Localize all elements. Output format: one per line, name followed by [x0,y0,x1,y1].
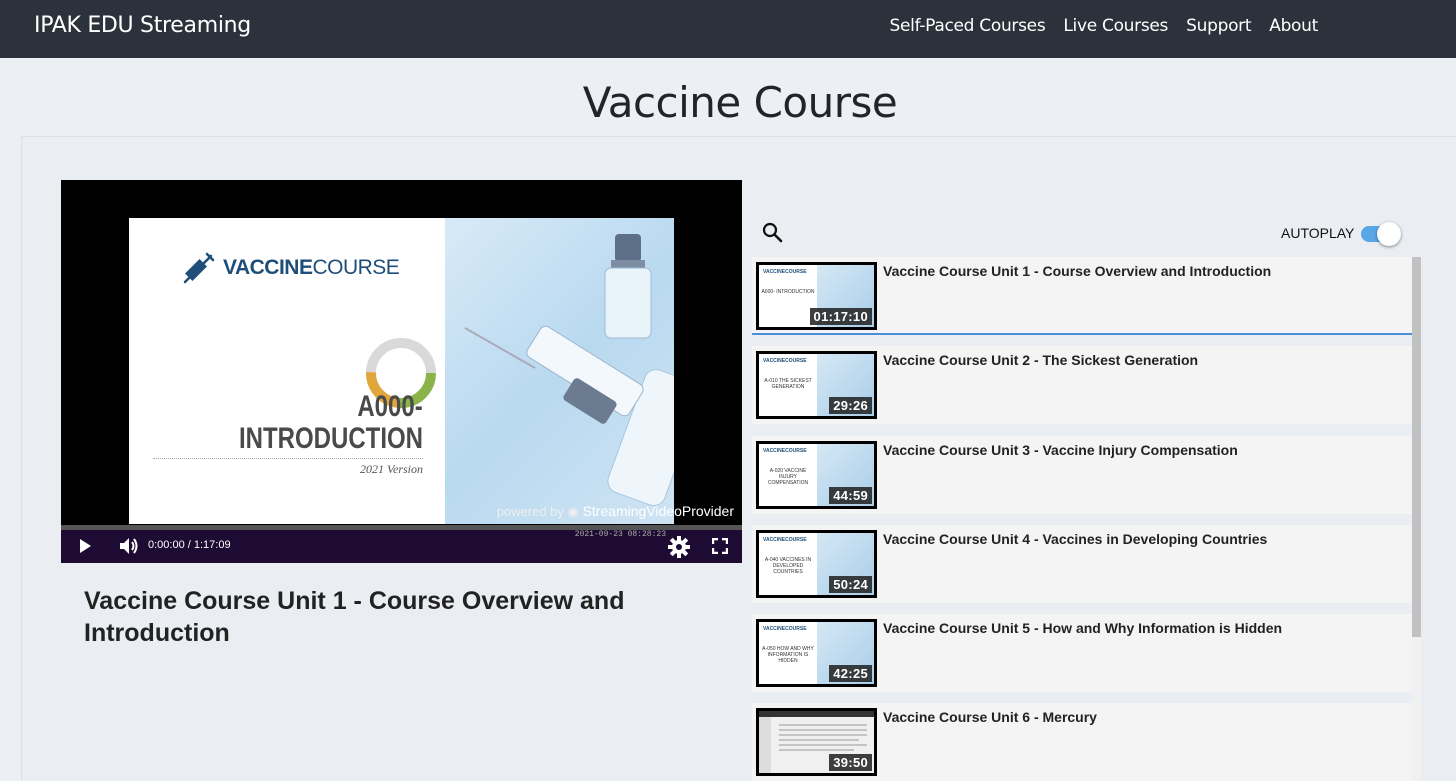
duration-badge: 42:25 [829,665,872,682]
playlist-item-title[interactable]: Vaccine Course Unit 3 - Vaccine Injury C… [883,442,1238,458]
slide-heading: INTRODUCTION [239,422,423,455]
playlist-item-3[interactable]: VACCINECOURSE A-020 VACCINE INJURY COMPEN… [752,436,1412,514]
video-thumbnail[interactable]: VACCINECOURSE A-050 HOW AND WHY INFORMATI… [756,619,877,687]
playlist-item-title[interactable]: Vaccine Course Unit 5 - How and Why Info… [883,620,1282,636]
slide-code: A000- [357,390,423,423]
video-thumbnail[interactable]: VACCINECOURSE A-020 VACCINE INJURY COMPEN… [756,441,877,509]
thumb-logo: VACCINECOURSE [763,358,807,364]
search-icon[interactable] [762,222,784,249]
thumb-logo: VACCINECOURSE [763,626,807,632]
nav-link-live-courses[interactable]: Live Courses [1063,16,1168,36]
syringe-icon [183,252,215,284]
thumb-slide: VACCINECOURSE A-010 THE SICKEST GENERATIO… [759,354,817,416]
slide-divider [153,458,423,459]
thumb-slide: VACCINECOURSE A-050 HOW AND WHY INFORMATI… [759,622,817,684]
duration-badge: 29:26 [829,397,872,414]
vial-syringe-image [464,234,674,507]
video-thumbnail[interactable]: VACCINECOURSE A000- INTRODUCTION 01:17:10 [756,262,877,330]
duration-badge: 39:50 [829,754,872,771]
navbar: IPAK EDU Streaming Self-Paced Courses Li… [0,0,1456,58]
playlist-item-6[interactable]: 39:50 Vaccine Course Unit 6 - Mercury [752,703,1412,781]
autoplay-label: AUTOPLAY [1281,225,1355,241]
current-video-title: Vaccine Course Unit 1 - Course Overview … [84,587,625,647]
nav-links: Self-Paced Courses Live Courses Support … [890,16,1319,36]
thumb-logo: VACCINECOURSE [763,448,807,454]
thumb-text: A-040 VACCINES IN DEVELOPED COUNTRIES [764,557,812,575]
nav-link-about[interactable]: About [1269,16,1318,36]
thumb-slide: VACCINECOURSE A-020 VACCINE INJURY COMPEN… [759,444,817,506]
time-display: 0:00:00 / 1:17:09 [148,539,231,551]
fullscreen-icon[interactable] [711,537,729,559]
playlist-item-4[interactable]: VACCINECOURSE A-040 VACCINES IN DEVELOPED… [752,525,1412,603]
playlist-item-title[interactable]: Vaccine Course Unit 2 - The Sickest Gene… [883,352,1198,368]
watermark: powered by ◉ StreamingVideoProvider [496,503,734,519]
slide-left-panel: VACCINECOURSE A000- INTRODUCTION 2021 Ve… [129,218,445,524]
autoplay-toggle[interactable] [1361,222,1401,246]
video-thumbnail[interactable]: 39:50 [756,708,877,776]
settings-gear-icon[interactable] [668,536,690,563]
nav-link-self-paced-courses[interactable]: Self-Paced Courses [890,16,1046,36]
duration-badge: 44:59 [829,487,872,504]
playlist-item-title[interactable]: Vaccine Course Unit 6 - Mercury [883,709,1097,725]
video-player[interactable]: VACCINECOURSE A000- INTRODUCTION 2021 Ve… [61,180,742,563]
toggle-knob [1377,222,1401,246]
brand-logo[interactable]: IPAK EDU Streaming [34,13,251,38]
playlist-scroll-thumb[interactable] [1412,257,1421,637]
playlist-item-title[interactable]: Vaccine Course Unit 4 - Vaccines in Deve… [883,531,1267,547]
playlist: VACCINECOURSE A000- INTRODUCTION 01:17:10… [752,257,1421,781]
volume-icon[interactable] [119,537,139,560]
timestamp-overlay: 2021-09-23 08:28:23 [574,530,666,539]
duration-badge: 50:24 [829,576,872,593]
thumb-logo: VACCINECOURSE [763,537,807,543]
page-title: Vaccine Course [582,78,898,127]
thumb-logo: VACCINECOURSE [763,269,807,275]
video-frame[interactable]: VACCINECOURSE A000- INTRODUCTION 2021 Ve… [129,218,674,524]
video-thumbnail[interactable]: VACCINECOURSE A-040 VACCINES IN DEVELOPED… [756,530,877,598]
playlist-item-1[interactable]: VACCINECOURSE A000- INTRODUCTION 01:17:10… [752,257,1412,335]
thumb-slide: VACCINECOURSE A000- INTRODUCTION [759,265,817,327]
slide-logo: VACCINECOURSE [181,250,400,286]
thumb-text: A-020 VACCINE INJURY COMPENSATION [767,468,809,486]
video-thumbnail[interactable]: VACCINECOURSE A-010 THE SICKEST GENERATIO… [756,351,877,419]
thumb-text: A-050 HOW AND WHY INFORMATION IS HIDDEN [762,646,814,664]
playlist-item-title[interactable]: Vaccine Course Unit 1 - Course Overview … [883,263,1271,279]
slide-logo-text: VACCINECOURSE [223,256,400,279]
player-controls: 0:00:00 / 1:17:09 2021-09-23 08:28:23 [61,530,742,563]
thumb-text: A000- INTRODUCTION [761,289,815,295]
thumb-slide: VACCINECOURSE A-040 VACCINES IN DEVELOPED… [759,533,817,595]
duration-badge: 01:17:10 [809,308,872,325]
slide-photo [445,218,674,524]
thumb-text: A-010 THE SICKEST GENERATION [764,378,812,390]
slide-version: 2021 Version [360,462,423,476]
play-icon[interactable] [77,538,93,559]
playlist-item-5[interactable]: VACCINECOURSE A-050 HOW AND WHY INFORMATI… [752,614,1412,692]
playlist-item-2[interactable]: VACCINECOURSE A-010 THE SICKEST GENERATIO… [752,346,1412,424]
nav-link-support[interactable]: Support [1186,16,1251,36]
